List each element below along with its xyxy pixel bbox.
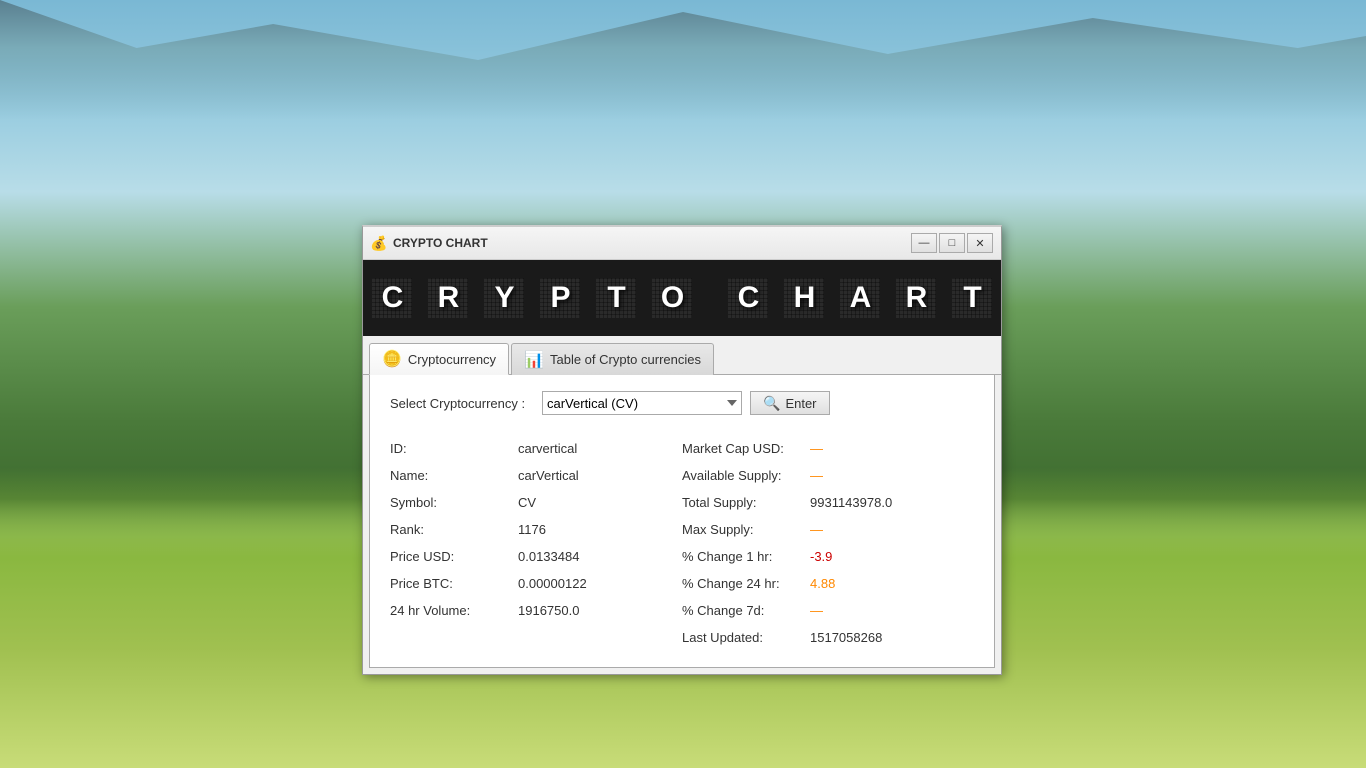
letter-T: T [590,272,642,324]
crypto-chart-title: C R Y P T O C H A R T [366,272,998,324]
available-supply-value: — [810,468,823,483]
letter-T2: T [946,272,998,324]
market-cap-label: Market Cap USD: [682,441,802,456]
letter-O: O [646,272,698,324]
letter-A: A [834,272,886,324]
symbol-value: CV [518,495,536,510]
last-updated-value: 1517058268 [810,630,882,645]
title-controls: — □ ✕ [911,233,993,253]
last-updated-label: Last Updated: [682,630,802,645]
letter-P: P [534,272,586,324]
info-name: Name: carVertical [390,462,682,489]
app-window: 💰 CRYPTO CHART — □ ✕ C R Y P T O C H A R… [362,225,1002,675]
price-btc-value: 0.00000122 [518,576,587,591]
info-rank: Rank: 1176 [390,516,682,543]
info-change-7d: % Change 7d: — [682,597,974,624]
info-change-24hr: % Change 24 hr: 4.88 [682,570,974,597]
app-icon: 💰 [371,235,387,251]
info-volume: 24 hr Volume: 1916750.0 [390,597,682,624]
letter-R2: R [890,272,942,324]
available-supply-label: Available Supply: [682,468,802,483]
select-label: Select Cryptocurrency : [390,396,530,411]
change-7d-label: % Change 7d: [682,603,802,618]
change-24hr-label: % Change 24 hr: [682,576,802,591]
tab-table[interactable]: 📊 Table of Crypto currencies [511,343,714,375]
info-total-supply: Total Supply: 9931143978.0 [682,489,974,516]
maximize-button[interactable]: □ [939,233,965,253]
name-value: carVertical [518,468,579,483]
minimize-button[interactable]: — [911,233,937,253]
price-usd-label: Price USD: [390,549,510,564]
letter-C: C [366,272,418,324]
enter-button[interactable]: 🔍 Enter [750,391,830,415]
market-cap-value: — [810,441,823,456]
title-bar-left: 💰 CRYPTO CHART [371,235,488,251]
rank-label: Rank: [390,522,510,537]
info-symbol: Symbol: CV [390,489,682,516]
letter-C2: C [722,272,774,324]
volume-label: 24 hr Volume: [390,603,510,618]
id-value: carvertical [518,441,577,456]
enter-icon: 🔍 [763,395,780,412]
info-market-cap: Market Cap USD: — [682,435,974,462]
info-available-supply: Available Supply: — [682,462,974,489]
table-tab-icon: 📊 [524,350,544,370]
left-column: ID: carvertical Name: carVertical Symbol… [390,435,682,651]
id-label: ID: [390,441,510,456]
table-tab-label: Table of Crypto currencies [550,352,701,367]
window-title: CRYPTO CHART [393,236,488,250]
price-btc-label: Price BTC: [390,576,510,591]
change-7d-value: — [810,603,823,618]
app-header-banner: C R Y P T O C H A R T [363,260,1001,336]
right-column: Market Cap USD: — Available Supply: — To… [682,435,974,651]
cryptocurrency-tab-icon: 🪙 [382,349,402,369]
max-supply-label: Max Supply: [682,522,802,537]
rank-value: 1176 [518,522,546,537]
select-wrapper: carVertical (CV) Bitcoin (BTC) Ethereum … [542,391,830,415]
change-1hr-value: -3.9 [810,549,832,564]
info-id: ID: carvertical [390,435,682,462]
info-grid: ID: carvertical Name: carVertical Symbol… [390,435,974,651]
info-last-updated: Last Updated: 1517058268 [682,624,974,651]
total-supply-label: Total Supply: [682,495,802,510]
tabs-container: 🪙 Cryptocurrency 📊 Table of Crypto curre… [363,336,1001,375]
name-label: Name: [390,468,510,483]
symbol-label: Symbol: [390,495,510,510]
form-row: Select Cryptocurrency : carVertical (CV)… [390,391,974,415]
enter-label: Enter [785,396,816,411]
price-usd-value: 0.0133484 [518,549,579,564]
info-price-usd: Price USD: 0.0133484 [390,543,682,570]
cryptocurrency-select[interactable]: carVertical (CV) Bitcoin (BTC) Ethereum … [542,391,742,415]
letter-Y: Y [478,272,530,324]
title-bar: 💰 CRYPTO CHART — □ ✕ [363,227,1001,260]
letter-R: R [422,272,474,324]
info-price-btc: Price BTC: 0.00000122 [390,570,682,597]
tab-cryptocurrency[interactable]: 🪙 Cryptocurrency [369,343,509,375]
change-24hr-value: 4.88 [810,576,835,591]
close-button[interactable]: ✕ [967,233,993,253]
content-area: Select Cryptocurrency : carVertical (CV)… [369,375,995,668]
info-change-1hr: % Change 1 hr: -3.9 [682,543,974,570]
volume-value: 1916750.0 [518,603,579,618]
max-supply-value: — [810,522,823,537]
cryptocurrency-tab-label: Cryptocurrency [408,352,496,367]
change-1hr-label: % Change 1 hr: [682,549,802,564]
total-supply-value: 9931143978.0 [810,495,892,510]
info-max-supply: Max Supply: — [682,516,974,543]
letter-H: H [778,272,830,324]
